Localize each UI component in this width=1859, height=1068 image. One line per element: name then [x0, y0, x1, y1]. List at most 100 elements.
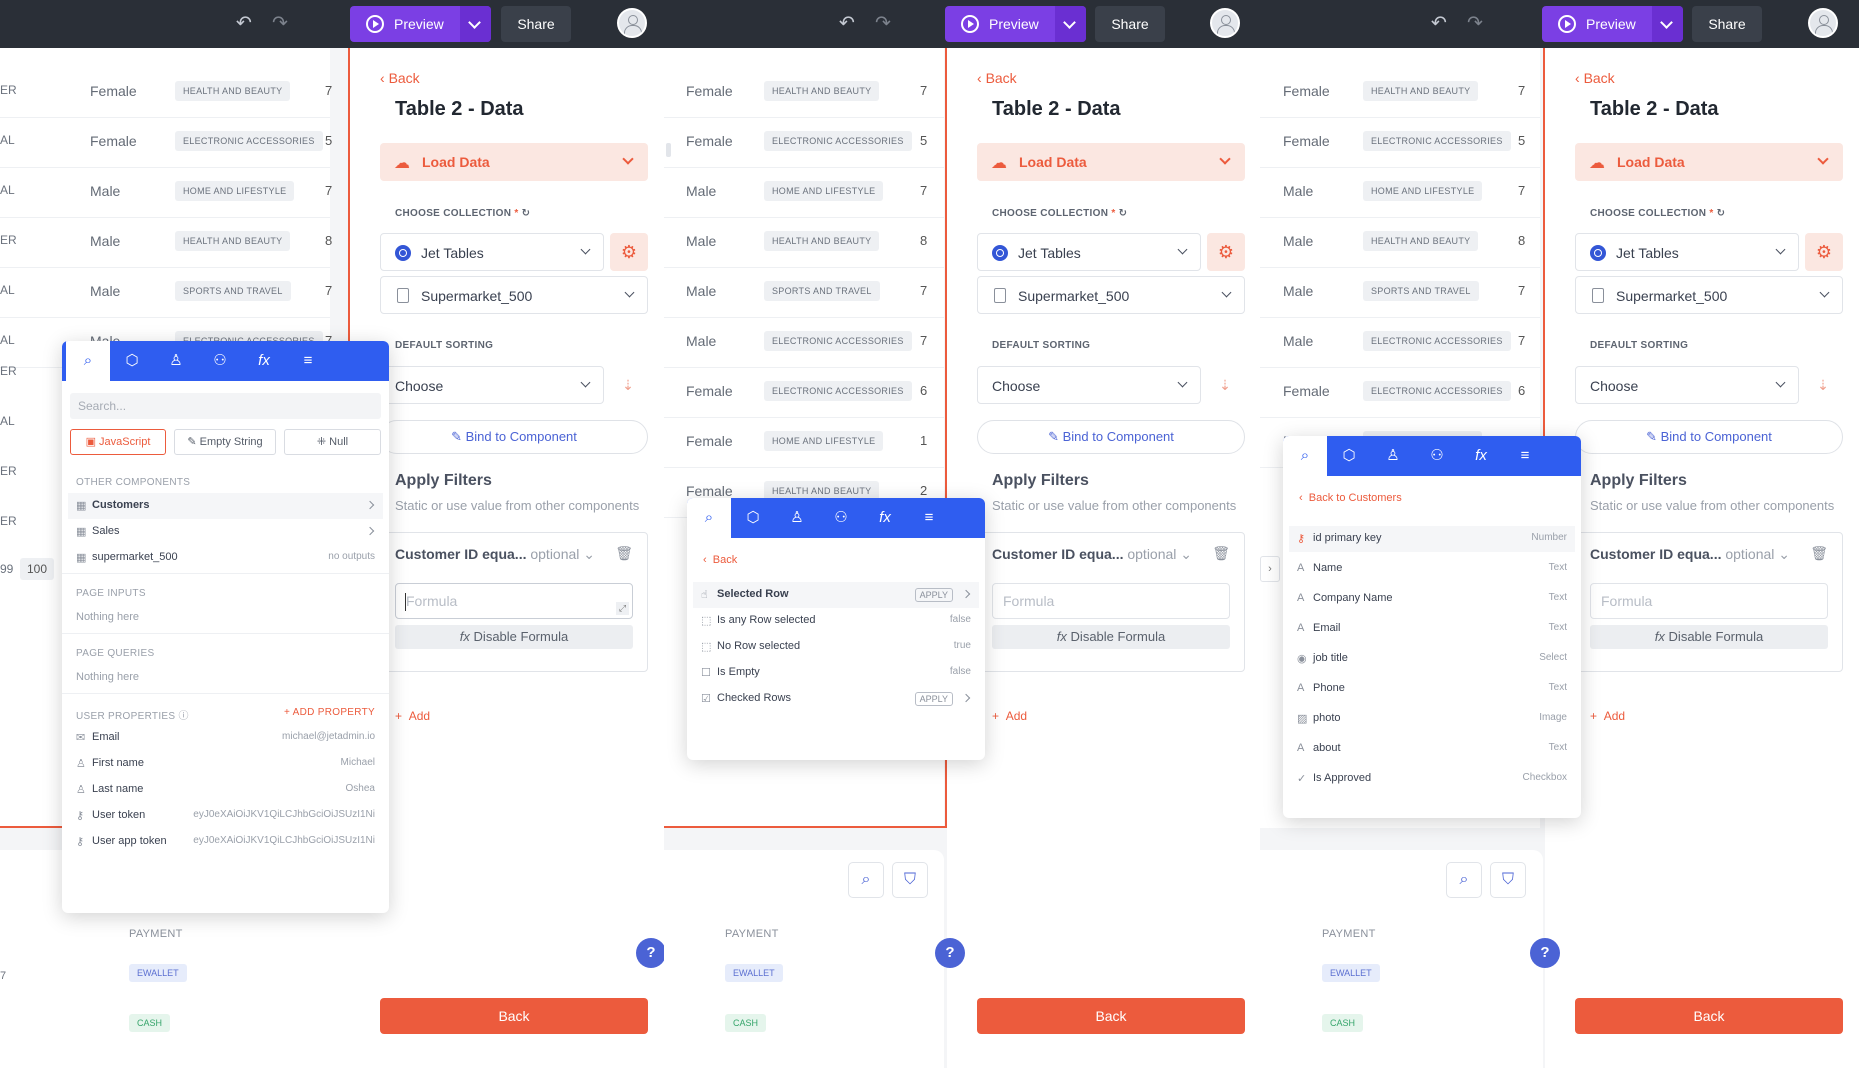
chevron-right-icon[interactable]: › [1260, 556, 1280, 582]
help-icon[interactable]: ? [636, 938, 664, 968]
fx-icon[interactable]: fx [242, 341, 286, 381]
expand-icon[interactable]: ⤢ [616, 602, 629, 615]
undo-icon[interactable]: ↶ [236, 14, 252, 34]
resource-select[interactable]: Jet Tables [977, 233, 1201, 271]
back-link[interactable]: ‹ Back [977, 70, 1017, 86]
avatar[interactable] [1808, 8, 1838, 38]
back-button[interactable]: Back [380, 998, 648, 1034]
redo-icon[interactable]: ↷ [272, 14, 288, 34]
list-item-customers[interactable]: ▦ Customers [68, 493, 383, 519]
filter-icon[interactable]: ⛉ [1490, 862, 1526, 898]
preview-button[interactable]: Preview [1542, 6, 1683, 42]
formula-input[interactable]: Formula [1590, 583, 1828, 619]
pagination-page[interactable]: 99 [0, 562, 13, 576]
filter-icon[interactable]: ≡ [1503, 436, 1547, 476]
table-row[interactable]: AL Female ELECTRONIC ACCESSORIES 5 [0, 118, 332, 168]
undo-icon[interactable]: ↶ [1431, 14, 1447, 34]
disable-formula-button[interactable]: fx Disable Formula [1590, 625, 1828, 649]
resource-select[interactable]: Jet Tables [380, 233, 604, 271]
list-item-email[interactable]: ✉ Email michael@jetadmin.io [68, 725, 383, 751]
user-icon[interactable]: ♙ [1371, 436, 1415, 476]
table-row[interactable]: AL Male HOME AND LIFESTYLE 7 [0, 168, 332, 218]
trash-icon[interactable]: 🗑 [615, 545, 633, 562]
list-item-sales[interactable]: ▦ Sales [68, 519, 383, 545]
table-row[interactable]: Male HEALTH AND BEAUTY 8 [1260, 218, 1540, 268]
table-row[interactable]: Male SPORTS AND TRAVEL 7 [664, 268, 944, 318]
filter-icon[interactable]: ≡ [907, 498, 951, 538]
table-row[interactable]: Female HEALTH AND BEAUTY 7 [1260, 68, 1540, 118]
undo-icon[interactable]: ↶ [839, 14, 855, 34]
list-item-is-empty[interactable]: ☐ Is Empty false [693, 660, 979, 686]
table-row[interactable]: Female ELECTRONIC ACCESSORIES 5 [1260, 118, 1540, 168]
back-link[interactable]: ‹ Back [1575, 70, 1615, 86]
user-icon[interactable]: ♙ [154, 341, 198, 381]
avatar[interactable] [1210, 8, 1240, 38]
help-icon[interactable]: ? [1530, 938, 1560, 968]
search-icon[interactable]: ⌕ [66, 341, 110, 381]
trash-icon[interactable]: 🗑 [1212, 545, 1230, 562]
table-row[interactable]: Male HOME AND LIFESTYLE 7 [664, 168, 944, 218]
back-button[interactable]: Back [977, 998, 1245, 1034]
users-icon[interactable]: ⚇ [819, 498, 863, 538]
list-item-is-any-row-selected[interactable]: ⬚ Is any Row selected false [693, 608, 979, 634]
collection-select[interactable]: Supermarket_500 [1575, 276, 1843, 314]
search-input[interactable]: Search... [70, 393, 381, 419]
table-row[interactable]: ER Female HEALTH AND BEAUTY 7 [0, 68, 332, 118]
list-item-checked-rows[interactable]: ☑ Checked Rows APPLY [693, 686, 979, 712]
fx-icon[interactable]: fx [863, 498, 907, 538]
redo-icon[interactable]: ↷ [875, 14, 891, 34]
load-data-section[interactable]: ☁ Load Data [977, 143, 1245, 181]
list-item-supermarket[interactable]: ▦ supermarket_500 no outputs [68, 545, 383, 571]
cube-icon[interactable]: ⬡ [110, 341, 154, 381]
list-item-user-token[interactable]: ⚷ User token eyJ0eXAiOiJKV1QiLCJhbGciOiJSU… [68, 803, 383, 829]
user-icon[interactable]: ♙ [775, 498, 819, 538]
list-item-name[interactable]: A Name Text [1289, 556, 1575, 582]
collection-select[interactable]: Supermarket_500 [380, 276, 648, 314]
table-row[interactable]: Male SPORTS AND TRAVEL 7 [1260, 268, 1540, 318]
table-row[interactable]: ER Male HEALTH AND BEAUTY 8 [0, 218, 332, 268]
collection-select[interactable]: Supermarket_500 [977, 276, 1245, 314]
javascript-chip[interactable]: ▣ JavaScript [70, 429, 166, 455]
list-item-no-row-selected[interactable]: ⬚ No Row selected true [693, 634, 979, 660]
list-item-job-title[interactable]: ◉ job title Select [1289, 646, 1575, 672]
disable-formula-button[interactable]: fx Disable Formula [395, 625, 633, 649]
add-filter-button[interactable]: + Add [395, 709, 430, 723]
table-row[interactable]: Female HOME AND LIFESTYLE 1 [664, 418, 944, 468]
table-row[interactable]: Male HEALTH AND BEAUTY 8 [664, 218, 944, 268]
trash-icon[interactable]: 🗑 [1810, 545, 1828, 562]
refresh-icon[interactable]: ↻ [1717, 208, 1726, 219]
sort-order-icon[interactable]: ⇣ [1209, 366, 1241, 404]
resource-select[interactable]: Jet Tables [1575, 233, 1799, 271]
empty-string-chip[interactable]: ✎ Empty String [174, 429, 276, 455]
list-item-id[interactable]: ⚷ id primary key Number [1289, 526, 1575, 552]
help-icon[interactable]: ? [935, 938, 965, 968]
back-link[interactable]: ‹ Back [380, 70, 420, 86]
chevron-down-icon[interactable] [1055, 6, 1086, 42]
sorting-select[interactable]: Choose [380, 366, 604, 404]
search-icon[interactable]: ⌕ [687, 498, 731, 538]
search-icon[interactable]: ⌕ [848, 862, 884, 898]
sorting-select[interactable]: Choose [977, 366, 1201, 404]
table-row[interactable]: AL Male SPORTS AND TRAVEL 7 [0, 268, 332, 318]
search-icon[interactable]: ⌕ [1446, 862, 1482, 898]
bind-component-button[interactable]: ✎ Bind to Component [380, 420, 648, 454]
back-button[interactable]: Back [1575, 998, 1843, 1034]
table-row[interactable]: Male ELECTRONIC ACCESSORIES 7 [664, 318, 944, 368]
list-item-user-app-token[interactable]: ⚷ User app token eyJ0eXAiOiJKV1QiLCJhbGciO… [68, 829, 383, 855]
formula-input[interactable]: Formula ⤢ [395, 583, 633, 619]
gear-icon[interactable]: ⚙ [610, 233, 648, 271]
refresh-icon[interactable]: ↻ [522, 208, 531, 219]
fx-icon[interactable]: fx [1459, 436, 1503, 476]
apply-badge[interactable]: APPLY [914, 588, 953, 602]
table-row[interactable]: Female ELECTRONIC ACCESSORIES 6 [664, 368, 944, 418]
gear-icon[interactable]: ⚙ [1207, 233, 1245, 271]
list-item-last-name[interactable]: ♙ Last name Oshea [68, 777, 383, 803]
table-row[interactable]: Female ELECTRONIC ACCESSORIES 5 [664, 118, 944, 168]
preview-button[interactable]: Preview [945, 6, 1086, 42]
pagination-page[interactable]: 100 [20, 558, 55, 580]
disable-formula-button[interactable]: fx Disable Formula [992, 625, 1230, 649]
sort-order-icon[interactable]: ⇣ [612, 366, 644, 404]
apply-badge[interactable]: APPLY [914, 692, 953, 706]
avatar[interactable] [617, 8, 647, 38]
cube-icon[interactable]: ⬡ [731, 498, 775, 538]
